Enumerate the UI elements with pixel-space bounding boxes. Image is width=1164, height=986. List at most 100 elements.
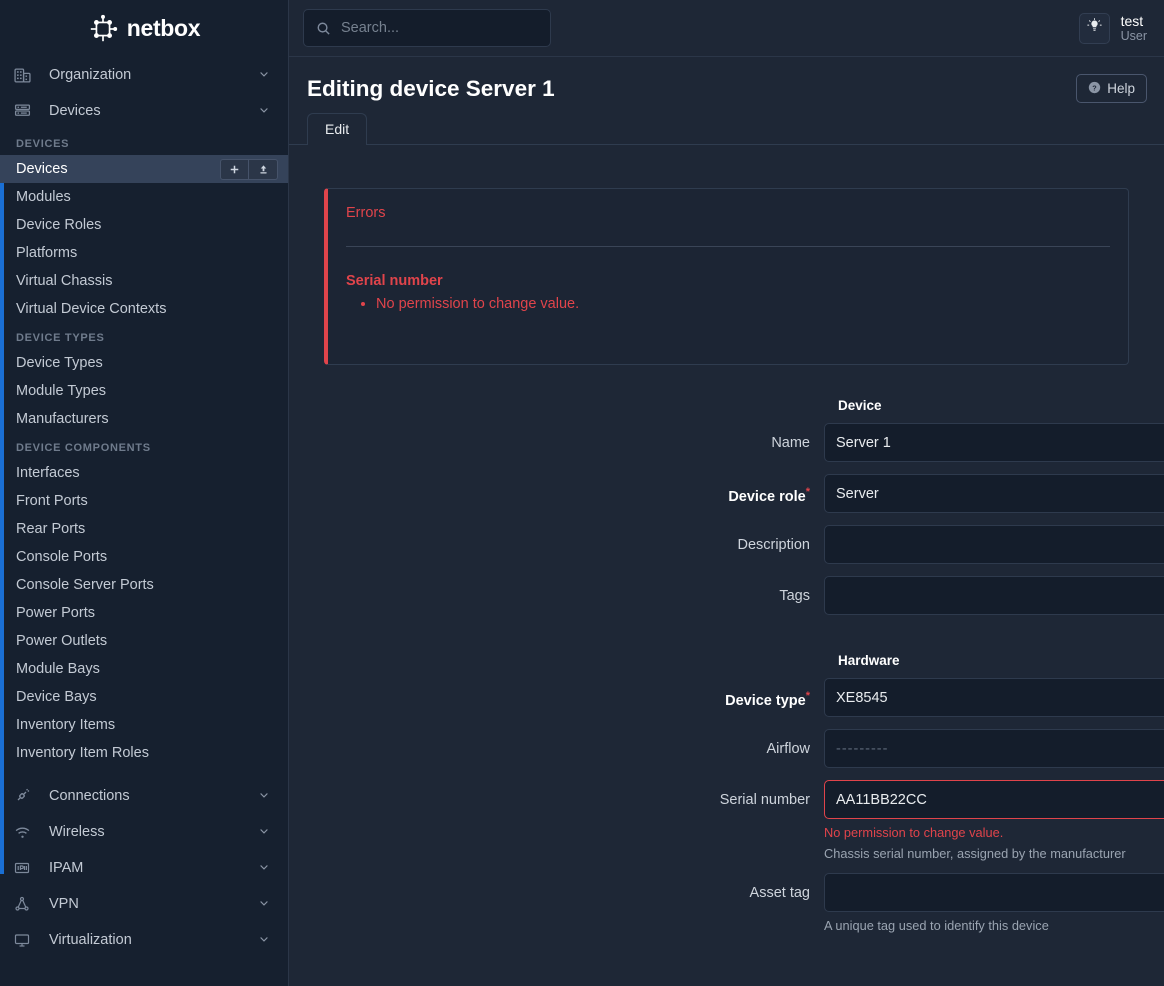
- label-serial-number: Serial number: [719, 792, 810, 808]
- monitor-icon: [14, 931, 36, 949]
- sidebar-item-label: Device Types: [16, 355, 103, 371]
- sidebar-item-console-server-ports[interactable]: Console Server Ports: [0, 571, 288, 599]
- sidebar-item-device-bays[interactable]: Device Bays: [0, 683, 288, 711]
- sidebar-item-label: Interfaces: [16, 465, 80, 481]
- user-name: test: [1120, 12, 1144, 29]
- sidebar-item-device-roles[interactable]: Device Roles: [0, 211, 288, 239]
- form-section-title-device: Device: [838, 398, 882, 413]
- page-title: Editing device Server 1: [307, 75, 555, 101]
- help-button[interactable]: ? Help: [1076, 74, 1147, 103]
- sidebar-item-actions: [220, 158, 278, 180]
- search-box[interactable]: [303, 9, 551, 47]
- chevron-down-icon: [258, 68, 270, 83]
- device-type-group: XE8545: [824, 678, 1164, 717]
- device-type-select[interactable]: XE8545: [824, 678, 1164, 717]
- sidebar-item-virtual-chassis[interactable]: Virtual Chassis: [0, 267, 288, 295]
- form-panel: Errors Serial number No permission to ch…: [289, 144, 1164, 979]
- sidebar-group-ipam[interactable]: IPAM: [0, 850, 288, 886]
- tab-bar: Edit: [289, 111, 1164, 145]
- sidebar-item-label: Rear Ports: [16, 521, 86, 537]
- airflow-select[interactable]: ---------: [824, 729, 1164, 768]
- chevron-down-icon: [258, 104, 270, 119]
- serial-number-input[interactable]: AA11BB22CC: [824, 780, 1164, 819]
- form-row-name: Name Server 1: [306, 423, 1164, 462]
- question-circle-icon: ?: [1088, 81, 1101, 97]
- form-row-description: Description: [306, 525, 1164, 564]
- sidebar-item-device-types[interactable]: Device Types: [0, 349, 288, 377]
- sidebar-item-module-bays[interactable]: Module Bays: [0, 655, 288, 683]
- sidebar-section-heading-devices: DEVICES: [16, 138, 70, 150]
- sidebar-group-devices[interactable]: Devices: [0, 93, 288, 129]
- ip-address-icon: [14, 859, 36, 877]
- sidebar-group-virtualization[interactable]: Virtualization: [0, 922, 288, 958]
- errors-alert: Errors Serial number No permission to ch…: [324, 188, 1129, 365]
- import-devices-button[interactable]: [249, 158, 278, 180]
- sidebar-item-power-ports[interactable]: Power Ports: [0, 599, 288, 627]
- sidebar-item-inventory-items[interactable]: Inventory Items: [0, 711, 288, 739]
- topbar-right: test User: [1078, 12, 1147, 44]
- sidebar-item-console-ports[interactable]: Console Ports: [0, 543, 288, 571]
- sidebar-item-rear-ports[interactable]: Rear Ports: [0, 515, 288, 543]
- name-input-value: Server 1: [836, 434, 891, 451]
- sidebar-item-virtual-device-contexts[interactable]: Virtual Device Contexts: [0, 295, 288, 323]
- tags-select[interactable]: [824, 576, 1164, 615]
- brand-name: netbox: [126, 15, 201, 41]
- sidebar-item-label: Devices: [16, 161, 68, 177]
- sidebar-item-label: Module Bays: [16, 661, 100, 677]
- sidebar-item-power-outlets[interactable]: Power Outlets: [0, 627, 288, 655]
- sidebar-group-label: VPN: [49, 896, 79, 912]
- search-icon: [316, 21, 331, 36]
- label-asset-tag: Asset tag: [749, 885, 810, 901]
- sidebar-item-label: Front Ports: [16, 493, 88, 509]
- sidebar-group-vpn[interactable]: VPN: [0, 886, 288, 922]
- brand[interactable]: netbox: [0, 0, 288, 57]
- errors-divider: [346, 246, 1110, 247]
- add-device-button[interactable]: [220, 158, 249, 180]
- sidebar-nav: Organization Devices DEVICES Devices Mod…: [0, 57, 288, 986]
- sidebar: netbox Organization Devices DEVICES Devi…: [0, 0, 289, 986]
- search-input[interactable]: [341, 20, 538, 36]
- sidebar-group-wireless[interactable]: Wireless: [0, 814, 288, 850]
- sidebar-item-label: Inventory Item Roles: [16, 745, 149, 761]
- sidebar-item-label: Virtual Chassis: [16, 273, 113, 289]
- sidebar-item-platforms[interactable]: Platforms: [0, 239, 288, 267]
- topbar: test User: [289, 0, 1164, 57]
- label-device-type-text: Device type: [725, 692, 806, 709]
- sidebar-item-label: Device Roles: [16, 217, 102, 233]
- vpn-tunnel-icon: [14, 895, 36, 913]
- sidebar-item-modules[interactable]: Modules: [0, 183, 288, 211]
- label-name: Name: [771, 435, 810, 451]
- label-airflow: Airflow: [766, 741, 810, 757]
- sidebar-group-connections[interactable]: Connections: [0, 778, 288, 814]
- wifi-icon: [14, 823, 36, 841]
- tab-edit[interactable]: Edit: [307, 113, 368, 145]
- theme-toggle-button[interactable]: [1078, 12, 1110, 44]
- name-input[interactable]: Server 1: [824, 423, 1164, 462]
- svg-text:?: ?: [1093, 83, 1098, 92]
- sidebar-item-interfaces[interactable]: Interfaces: [0, 459, 288, 487]
- sidebar-group-label: IPAM: [49, 860, 84, 876]
- sidebar-section-heading-device-types: DEVICE TYPES: [16, 332, 105, 344]
- chevron-down-icon: [258, 861, 270, 876]
- serial-number-error: No permission to change value.: [824, 825, 1004, 840]
- description-input[interactable]: [824, 525, 1164, 564]
- error-message-list: No permission to change value.: [346, 293, 1110, 315]
- sidebar-item-manufacturers[interactable]: Manufacturers: [0, 405, 288, 433]
- chevron-down-icon: [258, 789, 270, 804]
- sidebar-item-front-ports[interactable]: Front Ports: [0, 487, 288, 515]
- sidebar-item-label: Manufacturers: [16, 411, 109, 427]
- device-role-select[interactable]: Server: [824, 474, 1164, 513]
- sidebar-group-organization[interactable]: Organization: [0, 57, 288, 93]
- sidebar-item-inventory-item-roles[interactable]: Inventory Item Roles: [0, 739, 288, 767]
- asset-tag-help: A unique tag used to identify this devic…: [824, 918, 1049, 933]
- chevron-down-icon: [258, 933, 270, 948]
- user-menu[interactable]: test User: [1121, 13, 1147, 43]
- user-role: User: [1120, 28, 1147, 43]
- device-role-value: Server: [836, 485, 879, 502]
- asset-tag-input[interactable]: [824, 873, 1164, 912]
- sidebar-item-label: Power Outlets: [16, 633, 108, 649]
- sidebar-item-devices[interactable]: Devices: [0, 155, 288, 183]
- sidebar-item-module-types[interactable]: Module Types: [0, 377, 288, 405]
- sidebar-item-label: Platforms: [16, 245, 78, 261]
- label-description: Description: [737, 537, 810, 553]
